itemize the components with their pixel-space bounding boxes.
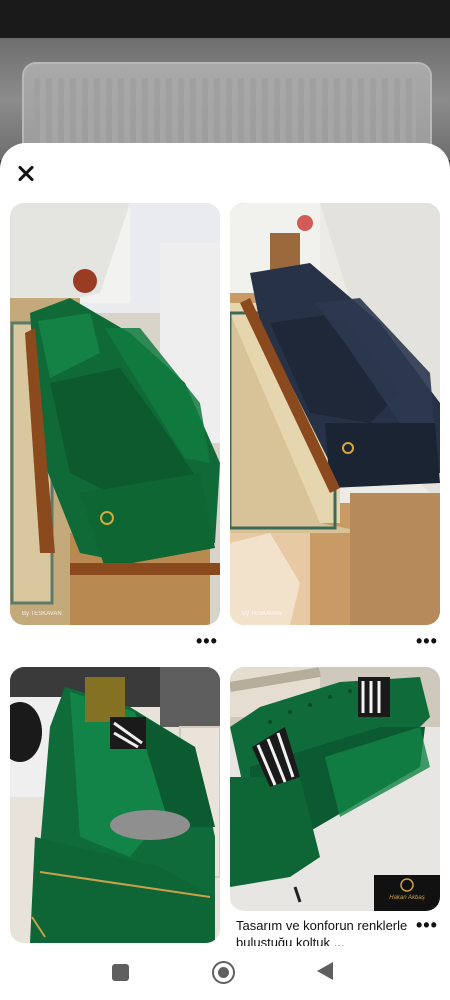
close-icon[interactable] <box>12 160 40 188</box>
watermark-text: By TESKAVAN <box>22 611 62 617</box>
more-options-button-1[interactable]: ••• <box>196 632 218 650</box>
watermark-text: By TESKAVAN <box>242 611 282 617</box>
pin-green-chesterfield[interactable]: Hakan Akbaş <box>230 667 440 911</box>
pin-navy-sofa[interactable]: By TESKAVAN <box>230 203 440 625</box>
background-pin-image <box>34 78 416 148</box>
pin-image <box>230 203 440 625</box>
pin-image <box>10 203 220 625</box>
pin-green-sofa-2[interactable] <box>10 667 220 943</box>
pin-image <box>230 667 440 911</box>
brand-logo: Hakan Akbaş <box>389 895 425 901</box>
status-area <box>0 0 450 38</box>
square-icon[interactable] <box>112 964 129 981</box>
pin-green-sofa-1[interactable]: By TESKAVAN <box>10 203 220 625</box>
pin-image <box>10 667 220 943</box>
triangle-back-icon[interactable] <box>317 962 333 980</box>
more-options-button-2[interactable]: ••• <box>416 632 438 650</box>
circle-icon[interactable] <box>212 961 235 984</box>
system-nav-bar <box>0 946 450 1000</box>
more-options-button-4[interactable]: ••• <box>416 916 438 934</box>
